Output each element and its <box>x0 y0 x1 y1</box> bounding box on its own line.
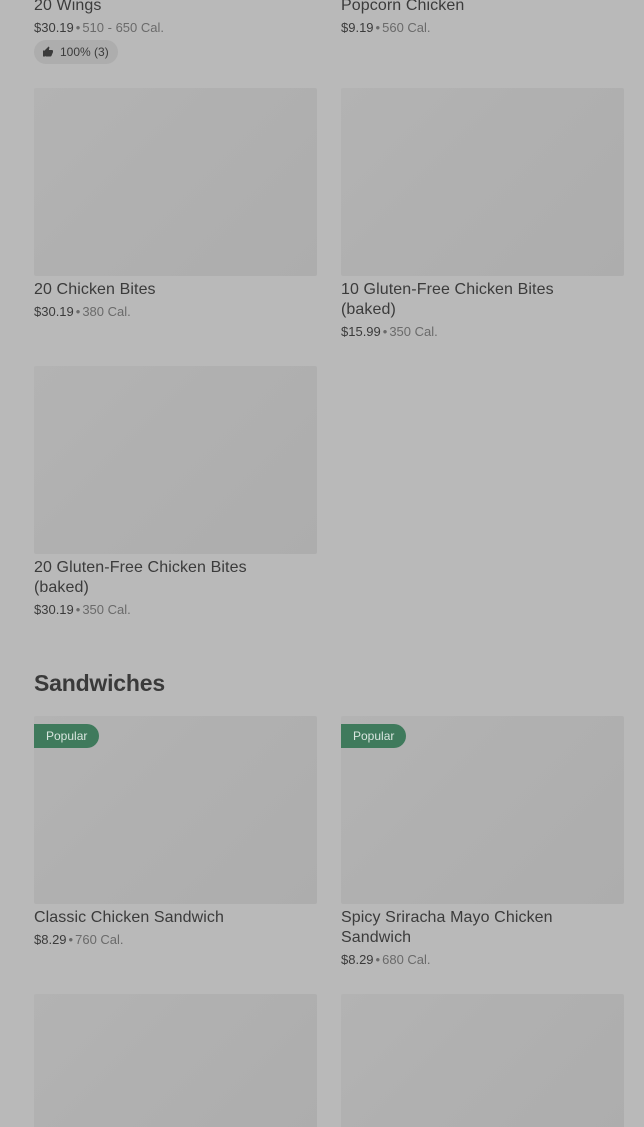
item-price: $9.19 <box>341 20 374 35</box>
item-price: $8.29 <box>34 932 67 947</box>
item-title: Classic Chicken Sandwich <box>34 909 225 926</box>
separator-dot: • <box>375 952 381 967</box>
item-image <box>34 88 317 276</box>
menu-item-20-gluten-free-bites[interactable]: 20 Gluten-Free Chicken Bites (baked) $30… <box>34 366 317 619</box>
item-meta: $30.19 • 510 - 650 Cal. <box>34 19 317 37</box>
item-calories: 380 Cal. <box>82 304 131 319</box>
menu-item-next-left[interactable] <box>34 994 317 1127</box>
item-price: $30.19 <box>34 20 74 35</box>
item-price: $30.19 <box>34 304 74 319</box>
item-title: 10 Gluten-Free Chicken Bites (baked) <box>341 281 554 318</box>
item-meta: $9.19 • 560 Cal. <box>341 19 624 37</box>
separator-dot: • <box>68 932 74 947</box>
item-meta: $30.19 • 350 Cal. <box>34 601 317 619</box>
item-calories: 680 Cal. <box>382 952 431 967</box>
menu-item-classic-chicken-sandwich[interactable]: Popular Classic Chicken Sandwich $8.29 • 7… <box>34 716 317 949</box>
item-price: $30.19 <box>34 602 74 617</box>
separator-dot: • <box>382 324 388 339</box>
item-calories: 560 Cal. <box>382 20 431 35</box>
item-price: $15.99 <box>341 324 381 339</box>
menu-item-20-wings[interactable]: 20 Wings $30.19 • 510 - 650 Cal. <box>34 0 317 37</box>
item-meta: $8.29 • 680 Cal. <box>341 951 624 969</box>
menu-item-spicy-sriracha-sandwich[interactable]: Popular Spicy Sriracha Mayo Chicken Sand… <box>341 716 624 969</box>
section-title-sandwiches: Sandwiches <box>34 670 165 696</box>
item-meta: $30.19 • 380 Cal. <box>34 303 317 321</box>
item-image: Popular <box>34 716 317 904</box>
item-image: Popular <box>341 716 624 904</box>
item-title: 20 Wings <box>34 0 102 14</box>
menu-item-10-gluten-free-bites[interactable]: 10 Gluten-Free Chicken Bites (baked) $15… <box>341 88 624 341</box>
item-title: Spicy Sriracha Mayo Chicken Sandwich <box>341 909 553 946</box>
item-calories: 350 Cal. <box>389 324 438 339</box>
popular-badge: Popular <box>341 724 407 748</box>
item-meta: $8.29 • 760 Cal. <box>34 931 317 949</box>
thumbs-up-icon <box>43 46 53 57</box>
separator-dot: • <box>75 304 81 319</box>
item-image <box>34 994 317 1127</box>
item-image <box>341 994 624 1127</box>
item-calories: 760 Cal. <box>75 932 124 947</box>
item-image <box>34 366 317 554</box>
item-title: Popcorn Chicken <box>341 0 465 14</box>
menu-page: 20 Wings $30.19 • 510 - 650 Cal. 100% (3) … <box>0 0 644 1127</box>
rating-text: 100% (3) <box>60 45 109 59</box>
item-price: $8.29 <box>341 952 374 967</box>
item-title: 20 Gluten-Free Chicken Bites (baked) <box>34 559 247 596</box>
rating-badge: 100% (3) <box>34 40 118 64</box>
item-image <box>341 88 624 276</box>
popular-badge: Popular <box>34 724 100 748</box>
item-calories: 350 Cal. <box>82 602 131 617</box>
separator-dot: • <box>75 602 81 617</box>
separator-dot: • <box>75 20 81 35</box>
item-calories: 510 - 650 Cal. <box>82 20 164 35</box>
separator-dot: • <box>375 20 381 35</box>
menu-item-popcorn-chicken[interactable]: Popcorn Chicken $9.19 • 560 Cal. <box>341 0 624 37</box>
item-meta: $15.99 • 350 Cal. <box>341 323 624 341</box>
menu-item-next-right[interactable] <box>341 994 624 1127</box>
menu-item-20-chicken-bites[interactable]: 20 Chicken Bites $30.19 • 380 Cal. <box>34 88 317 321</box>
item-title: 20 Chicken Bites <box>34 281 156 298</box>
